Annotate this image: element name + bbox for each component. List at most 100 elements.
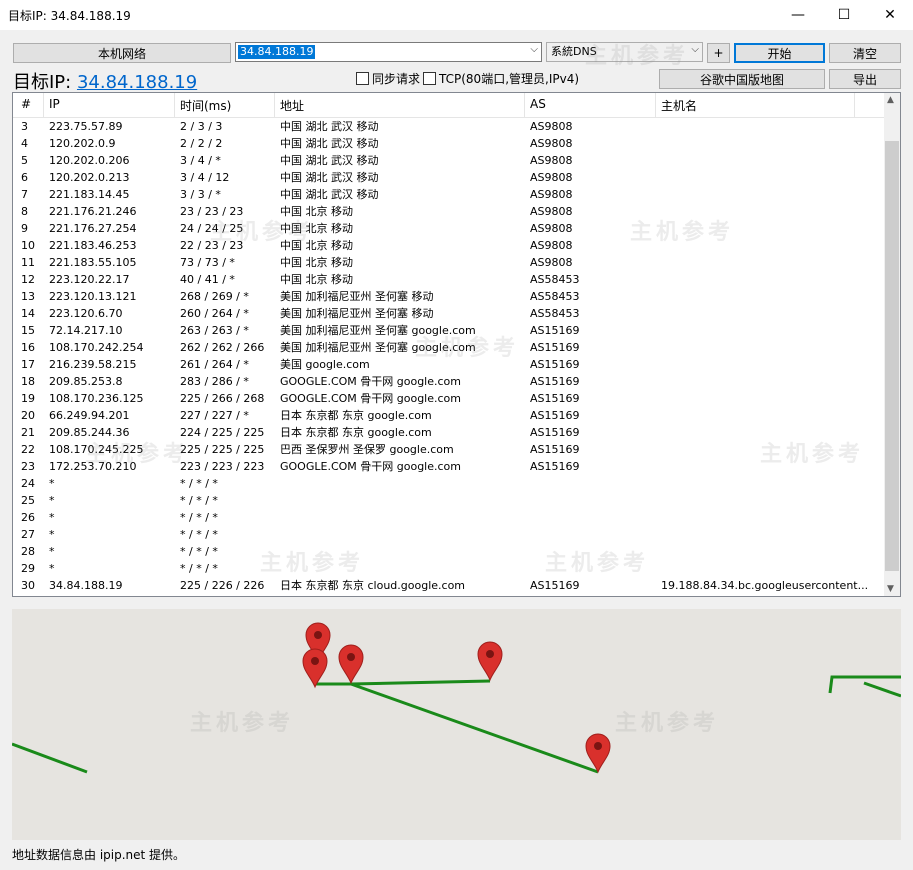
row-hop: 25 (21, 494, 35, 507)
table-row[interactable]: 10 221.183.46.253 22 / 23 / 23 中国 北京 移动 AS98… (13, 237, 885, 254)
table-row[interactable]: 20 66.249.94.201 227 / 227 / * 日本 东京都 东京 go… (13, 407, 885, 424)
export-button[interactable]: 导出 (829, 69, 901, 89)
table-row[interactable]: 11 221.183.55.105 73 / 73 / * 中国 北京 移动 AS980… (13, 254, 885, 271)
table-row[interactable]: 29 * * / * / * (13, 560, 885, 577)
table-row[interactable]: 9 221.176.27.254 24 / 24 / 25 中国 北京 移动 AS980… (13, 220, 885, 237)
row-ip: 209.85.244.36 (49, 426, 130, 439)
table-row[interactable]: 25 * * / * / * (13, 492, 885, 509)
row-hop: 17 (21, 358, 35, 371)
row-as: AS9808 (530, 222, 573, 235)
scroll-up-icon[interactable]: ▲ (887, 95, 894, 105)
row-as: AS58453 (530, 307, 580, 320)
row-ip: 209.85.253.8 (49, 375, 123, 388)
route-map[interactable] (12, 609, 901, 840)
row-as: AS9808 (530, 137, 573, 150)
route-line (315, 679, 599, 774)
row-time: 23 / 23 / 23 (180, 205, 244, 218)
table-row[interactable]: 7 221.183.14.45 3 / 3 / * 中国 湖北 武汉 移动 AS9808 (13, 186, 885, 203)
row-ip: 221.176.27.254 (49, 222, 137, 235)
row-address: 中国 北京 移动 (280, 256, 353, 269)
checkbox-box[interactable] (356, 72, 369, 85)
minimize-button[interactable]: — (775, 0, 821, 30)
row-ip: 66.249.94.201 (49, 409, 130, 422)
checkbox-box[interactable] (423, 72, 436, 85)
row-as: AS15169 (530, 409, 580, 422)
minimize-icon: — (791, 7, 805, 23)
add-button[interactable]: + (707, 43, 730, 63)
table-row[interactable]: 6 120.202.0.213 3 / 4 / 12 中国 湖北 武汉 移动 AS980… (13, 169, 885, 186)
header-as[interactable]: AS (530, 97, 546, 111)
table-row[interactable]: 23 172.253.70.210 223 / 223 / 223 GOOGLE.CO… (13, 458, 885, 475)
table-row[interactable]: 16 108.170.242.254 262 / 262 / 266 美国 加利福尼亚… (13, 339, 885, 356)
header-address[interactable]: 地址 (280, 97, 304, 114)
sync-request-checkbox[interactable]: 同步请求 (356, 70, 420, 87)
row-time: * / * / * (180, 562, 218, 575)
tcp-checkbox[interactable]: TCP(80端口,管理员,IPv4) (423, 70, 579, 87)
table-row[interactable]: 15 72.14.217.10 263 / 263 / * 美国 加利福尼亚州 圣何塞… (13, 322, 885, 339)
map-pin-icon[interactable] (338, 644, 364, 685)
header-hop[interactable]: # (21, 97, 31, 111)
traceroute-table[interactable]: # IP 时间(ms) 地址 AS 主机名 3 223.75.57.89 2 / 3… (12, 92, 901, 597)
row-address: 中国 北京 移动 (280, 222, 353, 235)
table-row[interactable]: 27 * * / * / * (13, 526, 885, 543)
table-row[interactable]: 21 209.85.244.36 224 / 225 / 225 日本 东京都 东京 … (13, 424, 885, 441)
target-ip-heading: 目标IP: 34.84.188.19 (13, 68, 197, 94)
row-time: 3 / 4 / * (180, 154, 221, 167)
table-row[interactable]: 8 221.176.21.246 23 / 23 / 23 中国 北京 移动 AS980… (13, 203, 885, 220)
map-pin-icon[interactable] (302, 648, 328, 689)
local-network-button[interactable]: 本机网络 (13, 43, 231, 63)
row-as: AS15169 (530, 358, 580, 371)
table-row[interactable]: 18 209.85.253.8 283 / 286 / * GOOGLE.COM 骨干… (13, 373, 885, 390)
window-title: 目标IP: 34.84.188.19 (8, 9, 131, 23)
close-icon: ✕ (884, 7, 896, 23)
chevron-down-icon[interactable]: ⌵ (691, 44, 699, 55)
row-hop: 16 (21, 341, 35, 354)
header-ip[interactable]: IP (49, 97, 60, 111)
table-row[interactable]: 28 * * / * / * (13, 543, 885, 560)
table-row[interactable]: 30 34.84.188.19 225 / 226 / 226 日本 东京都 东京 c… (13, 577, 885, 594)
row-hop: 26 (21, 511, 35, 524)
header-time[interactable]: 时间(ms) (180, 97, 231, 114)
chevron-down-icon[interactable]: ⌵ (530, 44, 538, 55)
target-ip-combobox[interactable]: 34.84.188.19 ⌵ (235, 42, 542, 62)
table-row[interactable]: 13 223.120.13.121 268 / 269 / * 美国 加利福尼亚州 圣… (13, 288, 885, 305)
map-pin-icon[interactable] (477, 641, 503, 682)
table-row[interactable]: 3 223.75.57.89 2 / 3 / 3 中国 湖北 武汉 移动 AS9808 (13, 118, 885, 135)
table-row[interactable]: 5 120.202.0.206 3 / 4 / * 中国 湖北 武汉 移动 AS9808 (13, 152, 885, 169)
table-row[interactable]: 19 108.170.236.125 225 / 266 / 268 GOOGLE.C… (13, 390, 885, 407)
maximize-button[interactable]: ☐ (821, 0, 867, 30)
row-time: * / * / * (180, 545, 218, 558)
google-china-map-button[interactable]: 谷歌中国版地图 (659, 69, 825, 89)
row-as: AS9808 (530, 205, 573, 218)
row-time: 268 / 269 / * (180, 290, 249, 303)
clear-button[interactable]: 清空 (829, 43, 901, 63)
row-ip: 108.170.242.254 (49, 341, 144, 354)
start-button[interactable]: 开始 (734, 43, 825, 63)
row-address: GOOGLE.COM 骨干网 google.com (280, 375, 462, 388)
table-row[interactable]: 24 * * / * / * (13, 475, 885, 492)
row-hop: 8 (21, 205, 28, 218)
row-hop: 7 (21, 188, 28, 201)
table-row[interactable]: 22 108.170.245.225 225 / 225 / 225 巴西 圣保罗州 … (13, 441, 885, 458)
row-time: 225 / 225 / 225 (180, 443, 265, 456)
close-button[interactable]: ✕ (867, 0, 913, 30)
table-row[interactable]: 4 120.202.0.9 2 / 2 / 2 中国 湖北 武汉 移动 AS9808 (13, 135, 885, 152)
dns-select[interactable]: 系統DNS ⌵ (546, 42, 703, 62)
row-time: 283 / 286 / * (180, 375, 249, 388)
table-row[interactable]: 12 223.120.22.17 40 / 41 / * 中国 北京 移动 AS5845… (13, 271, 885, 288)
map-pin-icon[interactable] (585, 733, 611, 774)
scrollbar-thumb[interactable] (885, 141, 899, 571)
maximize-icon: ☐ (837, 7, 851, 23)
row-ip: * (49, 511, 55, 524)
row-hop: 18 (21, 375, 35, 388)
table-row[interactable]: 26 * * / * / * (13, 509, 885, 526)
table-row[interactable]: 17 216.239.58.215 261 / 264 / * 美国 google.c… (13, 356, 885, 373)
table-row[interactable]: 14 223.120.6.70 260 / 264 / * 美国 加利福尼亚州 圣何塞… (13, 305, 885, 322)
target-ip-link[interactable]: 34.84.188.19 (77, 72, 197, 93)
row-time: 225 / 266 / 268 (180, 392, 265, 405)
header-hostname[interactable]: 主机名 (661, 97, 697, 114)
row-address: 美国 加利福尼亚州 圣何塞 google.com (280, 341, 476, 354)
row-hop: 14 (21, 307, 35, 320)
scroll-down-icon[interactable]: ▼ (887, 584, 894, 594)
vertical-scrollbar[interactable]: ▲ ▼ (884, 93, 900, 596)
